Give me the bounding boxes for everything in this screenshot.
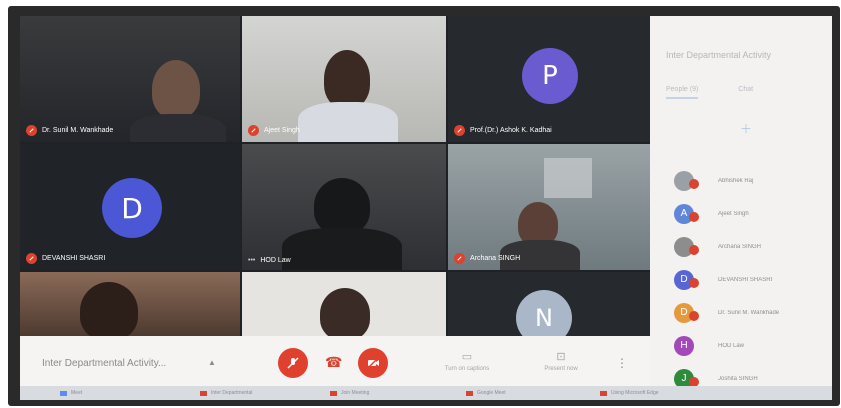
present-button[interactable]: ⊡ Present now	[526, 350, 596, 372]
taskbar-item-label: Using Microsoft Edge	[611, 390, 659, 396]
meeting-controls-bar: Inter Departmental Activity... ▲ ☎ ▭ Tur…	[20, 336, 650, 386]
taskbar-item-label: Inter Departmental	[211, 390, 253, 396]
tab-people[interactable]: People (9)	[666, 86, 699, 99]
participant-body	[130, 114, 226, 142]
participant-name: Archana SINGH	[718, 243, 762, 250]
video-tile-9[interactable]: N	[448, 272, 650, 336]
mic-muted-icon	[689, 278, 699, 288]
mic-muted-icon	[26, 253, 37, 264]
participant-avatar: P	[522, 48, 578, 104]
participant-face	[314, 178, 370, 234]
mic-muted-icon	[689, 245, 699, 255]
taskbar-item-label: Meet	[71, 390, 83, 396]
participant-row[interactable]: D Dr. Sunil M. Wankhade	[674, 296, 824, 329]
mic-on-icon: •••	[248, 257, 256, 264]
participant-name: Joshita SINGH	[718, 375, 758, 382]
participant-body	[298, 102, 398, 142]
video-tile-3[interactable]: P Prof.(Dr.) Ashok K. Kadhai	[448, 16, 650, 142]
video-tile-1[interactable]: Dr. Sunil M. Wankhade	[20, 16, 240, 142]
participant-name: Abhishek Raj	[718, 177, 754, 184]
tile-name-text: HOD Law	[260, 257, 291, 264]
add-people-icon[interactable]: ＋	[740, 120, 752, 136]
tile-name-3: Prof.(Dr.) Ashok K. Kadhai	[454, 125, 552, 136]
tile-name-1: Dr. Sunil M. Wankhade	[26, 125, 113, 136]
panel-title: Inter Departmental Activity	[666, 50, 772, 60]
taskbar-app-icon	[600, 390, 607, 396]
meeting-title[interactable]: Inter Departmental Activity...	[42, 358, 166, 369]
taskbar-app-icon	[200, 390, 207, 396]
taskbar-item[interactable]: Inter Departmental	[200, 389, 252, 397]
participant-row[interactable]: Abhishek Raj	[674, 164, 824, 197]
video-tile-2[interactable]: Ajeet Singh	[242, 16, 446, 142]
camera-toggle-button[interactable]	[358, 348, 388, 378]
participant-body	[282, 228, 402, 270]
present-icon: ⊡	[556, 351, 566, 363]
video-tile-5[interactable]: ••• HOD Law	[242, 144, 446, 270]
participant-name: HOD Law	[718, 342, 745, 349]
captions-icon: ▭	[461, 351, 473, 363]
tile-name-4: DEVANSHI SHASRI	[26, 253, 105, 264]
participant-name: Dr. Sunil M. Wankhade	[718, 309, 780, 316]
participant-face	[320, 288, 370, 336]
participant-row[interactable]: A Ajeet Singh	[674, 197, 824, 230]
background-shelf	[544, 158, 592, 198]
tile-name-text: DEVANSHI SHASRI	[42, 255, 106, 262]
taskbar: Meet Inter Departmental Join Meeting Goo…	[20, 386, 832, 400]
video-tile-7[interactable]	[20, 272, 240, 336]
panel-tabs: People (9) Chat	[666, 86, 826, 99]
taskbar-item-label: Google Meet	[477, 390, 506, 396]
participant-avatar: N	[516, 290, 572, 336]
video-tile-8[interactable]	[242, 272, 446, 336]
taskbar-item[interactable]: Meet	[60, 389, 82, 397]
participant-name: Ajeet Singh	[718, 210, 749, 217]
taskbar-item[interactable]: Join Meeting	[330, 389, 369, 397]
people-panel: Inter Departmental Activity People (9) C…	[650, 16, 832, 400]
camera-off-icon	[367, 357, 379, 369]
participant-avatar: D	[102, 178, 162, 238]
participant-avatar: H	[674, 335, 694, 356]
participant-face	[324, 50, 370, 108]
tile-name-text: Ajeet Singh	[264, 127, 300, 134]
video-grid: Dr. Sunil M. Wankhade Ajeet Singh P Prof…	[20, 16, 650, 336]
tile-name-text: Dr. Sunil M. Wankhade	[42, 127, 114, 134]
participant-face	[152, 60, 200, 118]
mic-muted-icon	[26, 125, 37, 136]
mic-muted-icon	[454, 253, 465, 264]
tile-name-text: Archana SINGH	[470, 255, 521, 262]
chevron-up-icon[interactable]: ▲	[208, 358, 216, 367]
mic-muted-icon	[454, 125, 465, 136]
participant-name: DEVANSHI SHASRI	[718, 276, 773, 283]
mic-muted-icon	[689, 179, 699, 189]
mic-toggle-button[interactable]	[278, 348, 308, 378]
tile-name-5: ••• HOD Law	[248, 257, 291, 264]
participant-row[interactable]: H HOD Law	[674, 329, 824, 362]
tile-name-2: Ajeet Singh	[248, 125, 300, 136]
tab-chat[interactable]: Chat	[738, 86, 753, 99]
video-tile-4[interactable]: D DEVANSHI SHASRI	[20, 144, 240, 270]
video-tile-6[interactable]: Archana SINGH	[448, 144, 650, 270]
taskbar-item[interactable]: Google Meet	[466, 389, 506, 397]
meeting-screen: Dr. Sunil M. Wankhade Ajeet Singh P Prof…	[20, 16, 832, 400]
more-options-icon[interactable]: ⋮	[616, 356, 628, 370]
phone-hangup-icon[interactable]: ☎	[325, 354, 342, 371]
tile-name-6: Archana SINGH	[454, 253, 520, 264]
participant-face	[80, 282, 138, 336]
mic-muted-icon	[248, 125, 259, 136]
captions-button[interactable]: ▭ Turn on captions	[432, 350, 502, 372]
monitor-frame: Dr. Sunil M. Wankhade Ajeet Singh P Prof…	[8, 6, 840, 406]
captions-label: Turn on captions	[444, 366, 490, 372]
taskbar-app-icon	[466, 390, 473, 396]
tile-name-text: Prof.(Dr.) Ashok K. Kadhai	[470, 127, 552, 134]
mic-muted-icon	[689, 212, 699, 222]
mic-off-icon	[287, 357, 299, 369]
taskbar-item-label: Join Meeting	[341, 390, 370, 396]
participant-row[interactable]: Archana SINGH	[674, 230, 824, 263]
taskbar-app-icon	[330, 390, 337, 396]
taskbar-item[interactable]: Using Microsoft Edge	[600, 389, 659, 397]
present-label: Present now	[544, 366, 578, 372]
participant-list: Abhishek Raj A Ajeet Singh Archana SINGH…	[674, 164, 824, 395]
participant-row[interactable]: D DEVANSHI SHASRI	[674, 263, 824, 296]
mic-muted-icon	[689, 311, 699, 321]
taskbar-app-icon	[60, 390, 67, 396]
